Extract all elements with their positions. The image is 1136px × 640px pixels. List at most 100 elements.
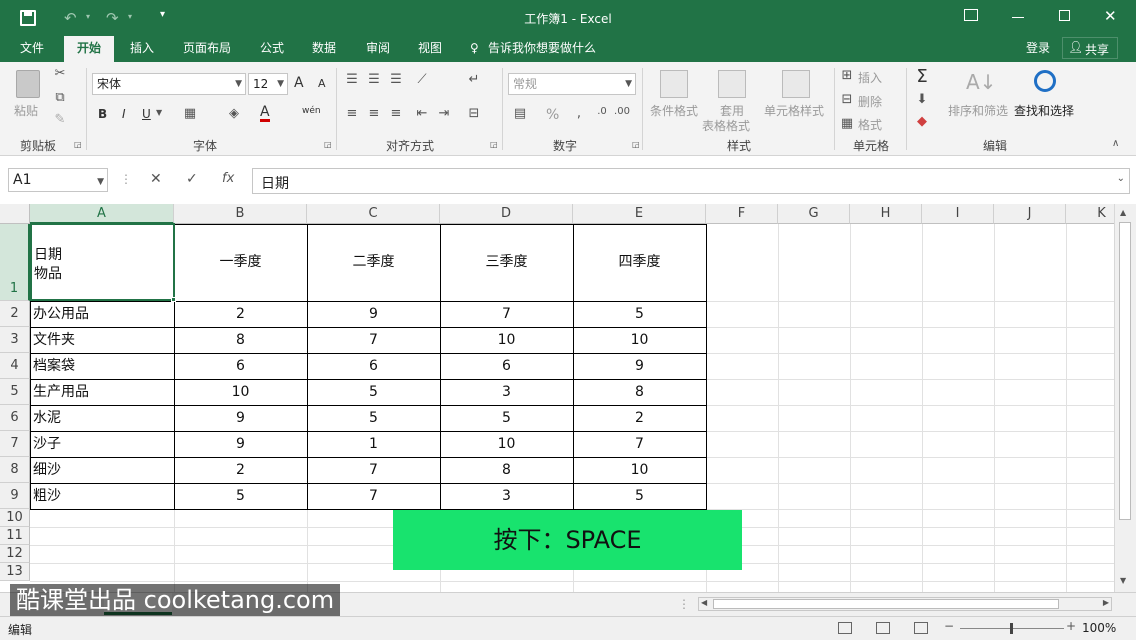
value-cell[interactable]: 2 xyxy=(174,457,307,483)
value-cell[interactable]: 5 xyxy=(573,483,706,509)
cell-styles-button[interactable]: 单元格样式 xyxy=(764,68,828,128)
normal-view-icon[interactable] xyxy=(838,622,852,634)
chevron-down-icon[interactable]: ▼ xyxy=(156,108,162,117)
value-cell[interactable]: 5 xyxy=(440,405,573,431)
align-center-icon[interactable]: ≡ xyxy=(366,106,382,121)
row-header[interactable]: 11 xyxy=(0,527,30,545)
decrease-decimal-icon[interactable]: .00 xyxy=(614,106,630,117)
tab-data[interactable]: 数据 xyxy=(300,36,348,62)
fill-color-icon[interactable]: ◈ xyxy=(226,106,242,121)
value-cell[interactable]: 7 xyxy=(307,483,440,509)
row-header[interactable]: 7 xyxy=(0,431,30,457)
row-header[interactable]: 8 xyxy=(0,457,30,483)
ribbon-display-options-icon[interactable] xyxy=(964,9,978,21)
column-header[interactable]: D xyxy=(440,204,573,224)
tab-home[interactable]: 开始 xyxy=(64,36,114,62)
format-painter-icon[interactable]: ✎ xyxy=(52,112,68,127)
accounting-format-icon[interactable]: ▤ xyxy=(512,106,528,121)
grow-font-button[interactable]: A xyxy=(294,75,304,91)
column-header[interactable]: C xyxy=(307,204,440,224)
merge-center-icon[interactable]: ⊟ xyxy=(466,106,482,121)
value-cell[interactable]: 3 xyxy=(440,483,573,509)
align-middle-icon[interactable]: ☰ xyxy=(366,72,382,87)
column-header[interactable]: H xyxy=(850,204,922,224)
value-cell[interactable]: 5 xyxy=(307,405,440,431)
row-header[interactable]: 5 xyxy=(0,379,30,405)
tab-page-layout[interactable]: 页面布局 xyxy=(172,36,242,62)
value-cell[interactable]: 7 xyxy=(573,431,706,457)
chevron-down-icon[interactable]: ⌄ xyxy=(1117,173,1125,184)
font-color-button[interactable]: A xyxy=(260,105,270,122)
undo-icon[interactable]: ↶ xyxy=(64,9,77,27)
redo-icon[interactable]: ↷ xyxy=(106,9,119,27)
sort-filter-button[interactable]: A↓ 排序和筛选 xyxy=(948,68,1010,128)
conditional-formatting-button[interactable]: 条件格式 xyxy=(650,68,698,128)
collapse-ribbon-icon[interactable]: ∧ xyxy=(1112,138,1119,149)
value-cell[interactable]: 3 xyxy=(440,379,573,405)
scroll-down-icon[interactable]: ▼ xyxy=(1120,576,1126,585)
value-cell[interactable]: 2 xyxy=(573,405,706,431)
customize-icon[interactable]: ▾ xyxy=(160,9,165,20)
column-title-b[interactable]: 一季度 xyxy=(174,224,307,301)
value-cell[interactable]: 9 xyxy=(307,301,440,327)
value-cell[interactable]: 6 xyxy=(440,353,573,379)
item-name[interactable]: 沙子 xyxy=(33,431,174,457)
format-cells-label[interactable]: 格式 xyxy=(858,116,882,133)
value-cell[interactable]: 10 xyxy=(573,327,706,353)
autosum-icon[interactable]: Σ xyxy=(912,66,932,87)
zoom-out-icon[interactable]: − xyxy=(944,619,954,633)
column-header[interactable]: G xyxy=(778,204,850,224)
item-name[interactable]: 文件夹 xyxy=(33,327,174,353)
column-title-c[interactable]: 二季度 xyxy=(307,224,440,301)
column-header[interactable]: I xyxy=(922,204,994,224)
column-header[interactable]: A xyxy=(30,204,174,224)
row-header[interactable]: 1 xyxy=(0,224,30,301)
column-title-d[interactable]: 三季度 xyxy=(440,224,573,301)
value-cell[interactable]: 7 xyxy=(307,457,440,483)
vertical-scrollbar[interactable]: ▲ ▼ xyxy=(1114,204,1136,592)
row-header[interactable]: 9 xyxy=(0,483,30,509)
zoom-in-icon[interactable]: + xyxy=(1066,619,1076,633)
align-right-icon[interactable]: ≡ xyxy=(388,106,404,121)
scroll-left-icon[interactable]: ◀ xyxy=(701,598,707,607)
value-cell[interactable]: 10 xyxy=(440,327,573,353)
undo-dropdown-icon[interactable]: ▾ xyxy=(86,12,90,21)
zoom-level[interactable]: 100% xyxy=(1082,621,1116,635)
value-cell[interactable]: 7 xyxy=(307,327,440,353)
value-cell[interactable]: 10 xyxy=(573,457,706,483)
row-header[interactable]: 12 xyxy=(0,545,30,563)
value-cell[interactable]: 5 xyxy=(573,301,706,327)
value-cell[interactable]: 10 xyxy=(174,379,307,405)
value-cell[interactable]: 8 xyxy=(440,457,573,483)
number-format-select[interactable]: 常规 ▼ xyxy=(508,73,636,95)
phonetic-button[interactable]: wén xyxy=(302,106,321,116)
fill-icon[interactable]: ⬇ xyxy=(914,92,930,107)
format-as-table-button[interactable]: 套用 表格格式 xyxy=(702,68,760,133)
scroll-right-icon[interactable]: ▶ xyxy=(1103,598,1109,607)
zoom-thumb[interactable] xyxy=(1010,623,1013,634)
redo-dropdown-icon[interactable]: ▾ xyxy=(128,12,132,21)
select-all-corner[interactable] xyxy=(0,204,30,224)
decrease-indent-icon[interactable]: ⇤ xyxy=(414,106,430,121)
row-header[interactable]: 2 xyxy=(0,301,30,327)
value-cell[interactable]: 6 xyxy=(307,353,440,379)
minimize-icon[interactable] xyxy=(1012,17,1024,18)
percent-button[interactable]: % xyxy=(546,107,559,123)
item-name[interactable]: 细沙 xyxy=(33,457,174,483)
shrink-font-button[interactable]: A xyxy=(318,77,326,90)
tab-review[interactable]: 审阅 xyxy=(354,36,402,62)
borders-icon[interactable]: ▦ xyxy=(182,106,198,121)
value-cell[interactable]: 9 xyxy=(174,431,307,457)
alignment-launcher-icon[interactable]: ◲ xyxy=(490,140,498,149)
enter-icon[interactable]: ✓ xyxy=(186,171,198,187)
italic-button[interactable]: I xyxy=(122,107,126,121)
insert-cells-icon[interactable]: ⊞ xyxy=(840,68,854,83)
cut-icon[interactable]: ✂ xyxy=(52,66,68,81)
increase-decimal-icon[interactable]: .0 xyxy=(594,106,610,117)
value-cell[interactable]: 2 xyxy=(174,301,307,327)
column-header[interactable]: B xyxy=(174,204,307,224)
font-launcher-icon[interactable]: ◲ xyxy=(324,140,332,149)
value-cell[interactable]: 8 xyxy=(573,379,706,405)
save-icon[interactable] xyxy=(20,10,36,26)
row-header[interactable]: 10 xyxy=(0,509,30,527)
